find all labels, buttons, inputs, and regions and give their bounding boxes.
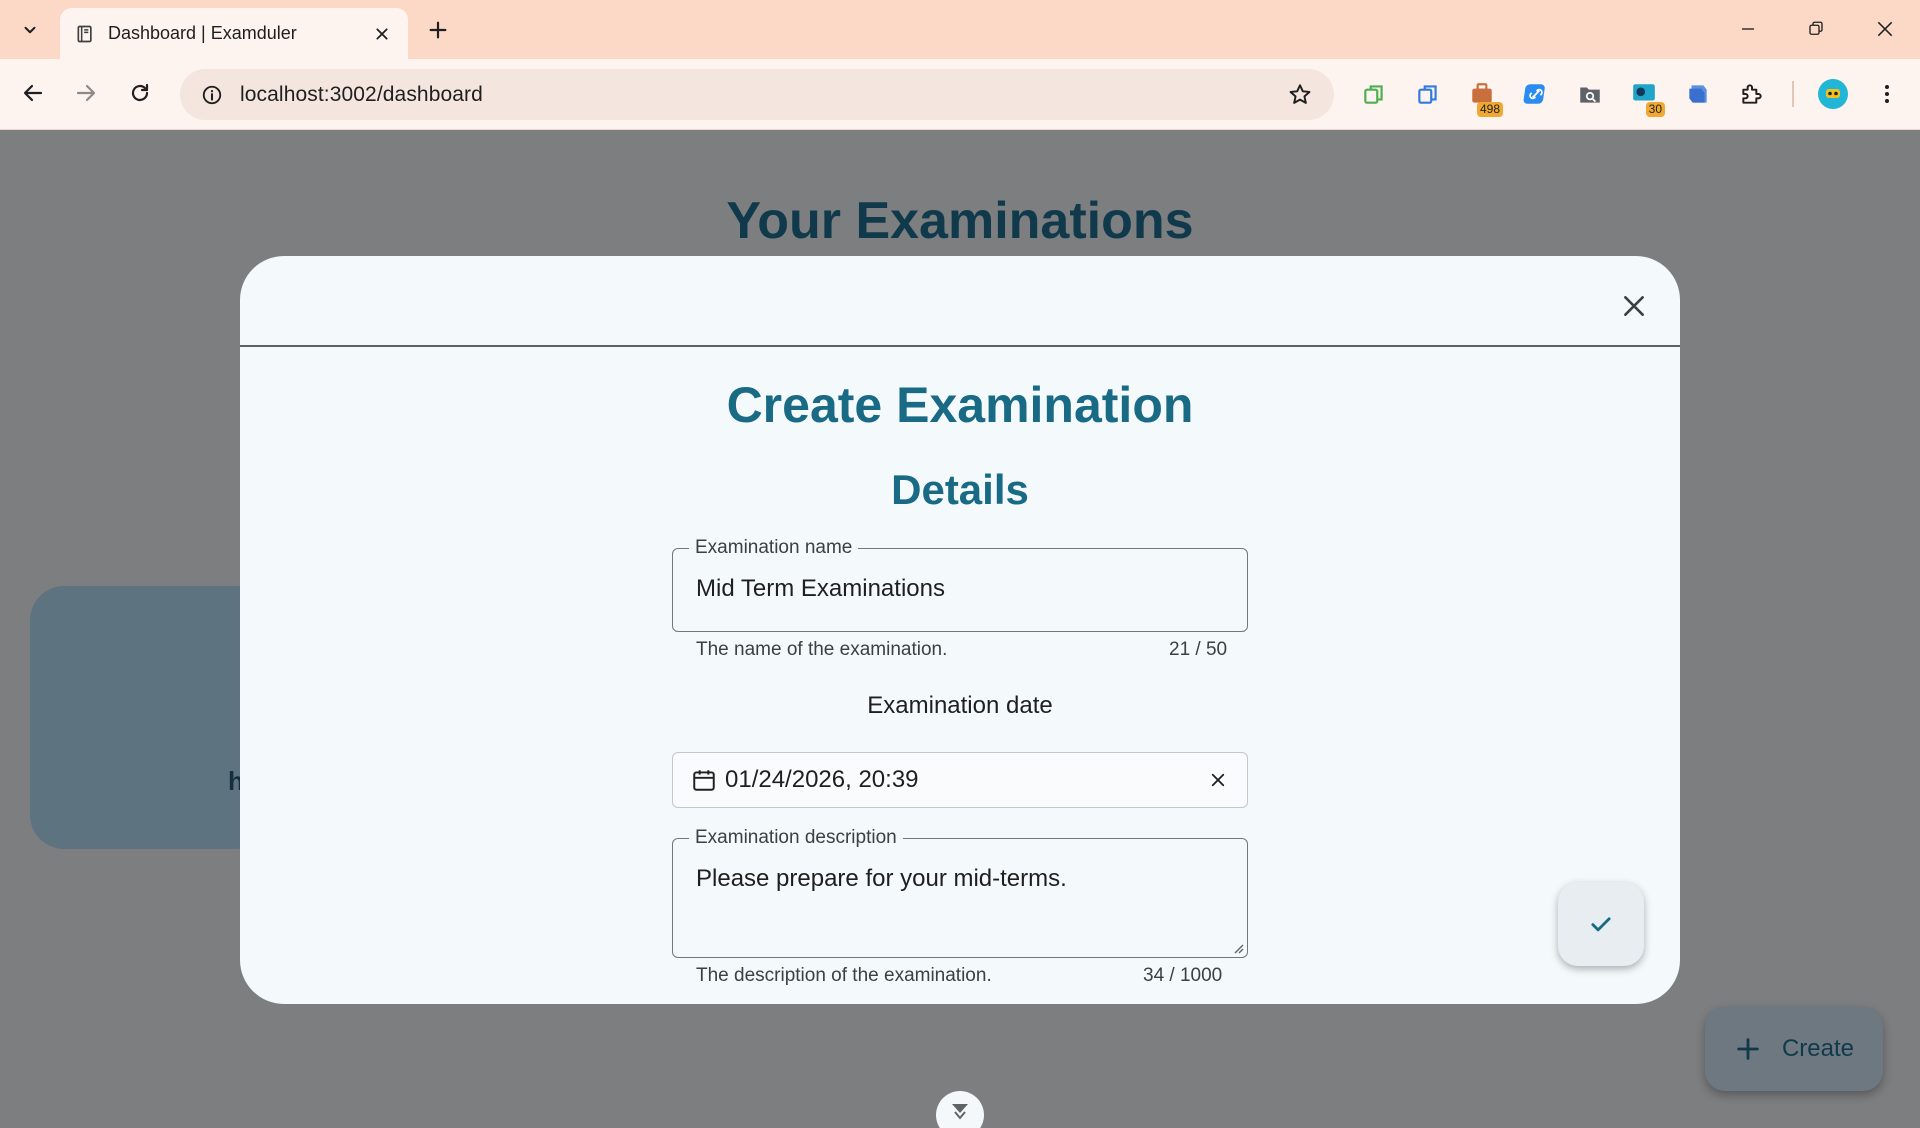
- examination-name-label: Examination name: [689, 537, 859, 559]
- reload-button[interactable]: [120, 73, 160, 113]
- ext-copy-blue-icon: [1418, 85, 1437, 104]
- extensions-menu-button[interactable]: [1735, 77, 1769, 111]
- arrow-right-icon: [76, 84, 96, 102]
- plus-icon: [429, 21, 447, 39]
- tab-search-button[interactable]: [10, 10, 50, 50]
- examination-description-helper: The description of the examination.: [696, 965, 992, 986]
- restore-button[interactable]: [1786, 6, 1846, 52]
- extensions-puzzle-icon: [1742, 84, 1762, 104]
- section-title-details: Details: [891, 466, 1029, 513]
- page-title: Your Examinations: [726, 192, 1194, 250]
- plus-icon: [1737, 1038, 1759, 1060]
- extension-6[interactable]: 30: [1627, 77, 1665, 117]
- check-icon: [1591, 917, 1611, 932]
- restore-icon: [1809, 21, 1823, 35]
- url-text[interactable]: localhost:3002/dashboard: [240, 83, 1284, 107]
- create-button[interactable]: Create: [1705, 1007, 1883, 1091]
- dialog-close-button[interactable]: [1610, 282, 1658, 330]
- site-info-icon[interactable]: [198, 81, 226, 109]
- tab-close-icon[interactable]: [368, 20, 396, 48]
- create-button-label: Create: [1781, 1035, 1855, 1062]
- examination-card[interactable]: h: [30, 586, 270, 849]
- examination-description-field[interactable]: Examination description Please prepare f…: [672, 827, 1248, 958]
- close-icon: [1877, 21, 1893, 37]
- minimize-icon: [1742, 28, 1754, 30]
- close-icon: [1211, 773, 1225, 787]
- browser-toolbar: localhost:3002/dashboard 498 30: [0, 59, 1920, 130]
- chevron-down-icon: [24, 26, 36, 34]
- extension-5[interactable]: [1573, 77, 1607, 111]
- examination-name-input[interactable]: Mid Term Examinations: [696, 575, 945, 603]
- arrow-left-icon: [23, 84, 43, 102]
- chevron-double-down-icon: [952, 1104, 968, 1120]
- bookmark-star-icon[interactable]: [1284, 79, 1316, 111]
- new-tab-button[interactable]: [418, 12, 458, 48]
- extension-7[interactable]: [1681, 77, 1715, 111]
- examination-name-helper: The name of the examination.: [696, 639, 948, 660]
- calendar-icon: [693, 770, 715, 791]
- profile-avatar-button[interactable]: [1816, 77, 1850, 111]
- reload-icon: [131, 83, 149, 102]
- extension-2[interactable]: [1411, 77, 1445, 111]
- submit-button[interactable]: [1558, 882, 1644, 966]
- examination-description-label: Examination description: [689, 827, 903, 849]
- book-favicon-icon: [74, 23, 96, 45]
- address-bar[interactable]: localhost:3002/dashboard: [180, 69, 1334, 120]
- close-icon: [1624, 296, 1644, 316]
- examination-name-field[interactable]: Examination name Mid Term Examinations: [672, 537, 1248, 632]
- examination-date-field[interactable]: 01/24/2026, 20:39: [672, 752, 1248, 808]
- create-examination-dialog: Create Examination Details Examination n…: [240, 256, 1680, 1004]
- forward-button[interactable]: [66, 73, 106, 113]
- extension-4[interactable]: [1519, 77, 1553, 111]
- minimize-button[interactable]: [1718, 6, 1778, 52]
- scroll-down-button[interactable]: [936, 1091, 984, 1128]
- extension-3[interactable]: 498: [1465, 77, 1503, 117]
- ext-link-icon: [1523, 84, 1545, 104]
- examination-description-textarea[interactable]: Please prepare for your mid-terms.: [696, 865, 1067, 893]
- ext-layers-icon: [1689, 85, 1707, 103]
- avatar-icon: [1818, 79, 1848, 109]
- extension-3-badge: 498: [1476, 102, 1503, 117]
- examination-date-input[interactable]: 01/24/2026, 20:39: [725, 766, 919, 794]
- toolbar-separator: [1792, 81, 1794, 107]
- window-close-button[interactable]: [1855, 6, 1915, 52]
- resize-handle-icon[interactable]: [1230, 940, 1244, 954]
- examination-date-label: Examination date: [867, 692, 1053, 719]
- ext-copy-green-icon: [1364, 85, 1383, 104]
- clear-date-button[interactable]: [1203, 765, 1233, 795]
- back-button[interactable]: [13, 73, 53, 113]
- browser-tab-bar: Dashboard | Examduler: [0, 0, 1920, 59]
- more-vertical-icon: [1885, 85, 1889, 103]
- extension-1[interactable]: [1357, 77, 1391, 111]
- extension-6-badge: 30: [1645, 102, 1665, 117]
- examination-description-counter: 34 / 1000: [1143, 965, 1223, 986]
- browser-menu-button[interactable]: [1870, 77, 1904, 111]
- dialog-title: Create Examination: [726, 377, 1194, 433]
- browser-tab-active[interactable]: Dashboard | Examduler: [60, 8, 408, 59]
- dialog-divider: [240, 345, 1680, 347]
- tab-title: Dashboard | Examduler: [108, 23, 297, 43]
- page-content: Your Examinations h Create Create Examin…: [0, 131, 1920, 1128]
- examination-name-counter: 21 / 50: [1169, 639, 1228, 660]
- ext-search-folder-icon: [1580, 87, 1600, 103]
